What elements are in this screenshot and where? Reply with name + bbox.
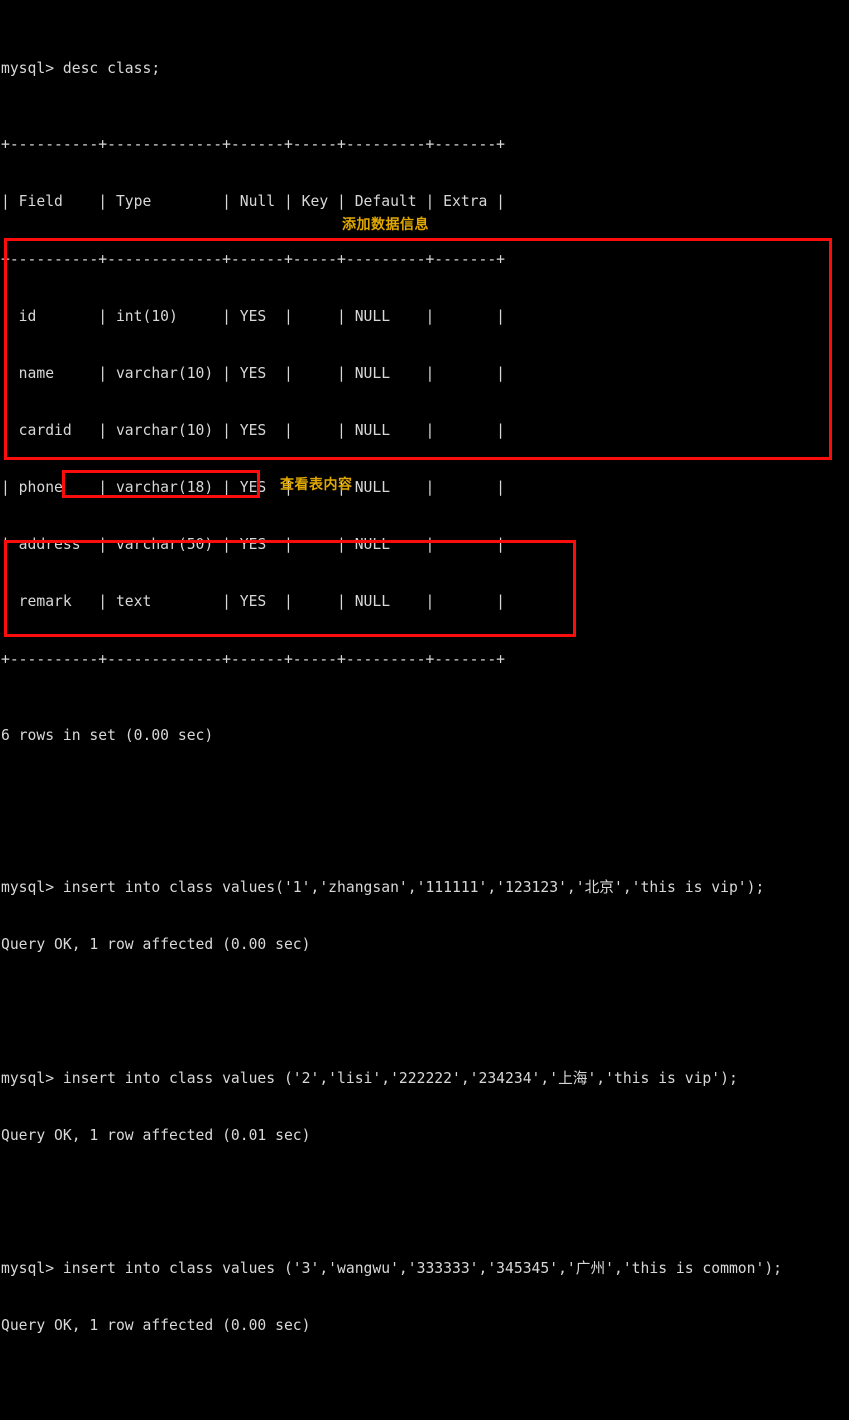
annotation-insert-data: 添加数据信息 xyxy=(342,217,429,233)
insert-command-3: mysql> insert into class values ('3','wa… xyxy=(1,1260,782,1278)
desc-table-row: | id | int(10) | YES | | NULL | | xyxy=(1,307,506,325)
desc-table-row: | cardid | varchar(10) | YES | | NULL | … xyxy=(1,422,506,440)
desc-result-count: 6 rows in set (0.00 sec) xyxy=(1,726,214,744)
insert-result-1: Query OK, 1 row affected (0.00 sec) xyxy=(1,936,311,954)
insert-result-2: Query OK, 1 row affected (0.01 sec) xyxy=(1,1126,311,1144)
desc-table-top-separator: +----------+-------------+------+-----+-… xyxy=(1,136,506,154)
desc-table-row: | remark | text | YES | | NULL | | xyxy=(1,593,506,611)
insert-command-2: mysql> insert into class values ('2','li… xyxy=(1,1069,738,1087)
annotation-view-table: 查看表内容 xyxy=(280,477,353,493)
desc-table-header-separator: +----------+-------------+------+-----+-… xyxy=(1,250,506,268)
insert-command-1: mysql> insert into class values('1','zha… xyxy=(1,879,765,897)
desc-table-header-row: | Field | Type | Null | Key | Default | … xyxy=(1,193,506,211)
desc-table-row: | phone | varchar(18) | YES | | NULL | | xyxy=(1,479,506,497)
desc-table-row: | address | varchar(50) | YES | | NULL |… xyxy=(1,536,506,554)
desc-table-bottom-separator: +----------+-------------+------+-----+-… xyxy=(1,650,506,668)
insert-result-3: Query OK, 1 row affected (0.00 sec) xyxy=(1,1317,311,1335)
desc-table-row: | name | varchar(10) | YES | | NULL | | xyxy=(1,364,506,382)
desc-command-line: mysql> desc class; xyxy=(1,60,161,78)
terminal-window[interactable]: mysql> desc class; +----------+---------… xyxy=(0,0,849,1334)
